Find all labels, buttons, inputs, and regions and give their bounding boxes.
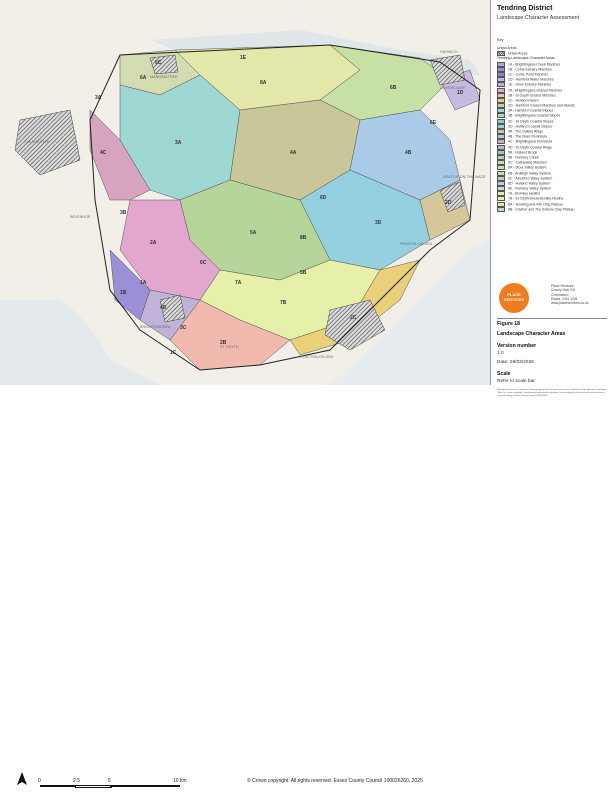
legend: Urban Areas Urban Areas Tendring Landscape… — [497, 46, 609, 212]
legend-item-label: 4C - Brightlingsea Peninsula — [508, 139, 553, 144]
town-label: FRINTON-ON-SEA — [400, 242, 433, 246]
version-value: 1.0 — [497, 351, 504, 356]
area-code: 7A — [235, 280, 242, 286]
area-code: 2C — [350, 315, 357, 321]
address-block: Place Services County Hall, EA Chelmsfor… — [551, 284, 589, 306]
legend-item-label: 3A - Hamford Coastal Slopes — [508, 108, 554, 113]
area-code: 6E — [430, 120, 437, 126]
area-code: 3A — [175, 140, 182, 146]
date-value: Date: 29/03/2026 — [497, 360, 534, 365]
area-code: 1E — [240, 55, 247, 61]
copyright-notice: © Crown copyright. All rights reserved. … — [247, 778, 423, 784]
area-code: 3C — [180, 325, 187, 331]
legend-item-label: 1A - Brightlingsea Creek Marshes — [508, 61, 561, 66]
legend-item-label: 4B - The Naze Peninsula — [508, 134, 547, 139]
legend-item-label: 8A - Tendring and Wix Clay Plateau — [508, 202, 563, 207]
area-code: 4A — [290, 150, 297, 156]
map-subtitle: Landscape Character Assessment — [497, 15, 580, 21]
place-services-logo: PLACE SERVICES — [499, 283, 529, 313]
town-label: WALTON-ON-THE-NAZE — [443, 175, 486, 179]
map-footer: 0 2.5 5 10 km © Crown copyright. All rig… — [0, 385, 490, 788]
legend-item-label: 6B - Ardleigh Valley System — [508, 170, 551, 175]
legend-item-label: 6E - Ramsey Valley System — [508, 186, 552, 191]
scale-value: Refer to scale bar — [497, 379, 535, 384]
legend-item-label: 6D - Holland Valley System — [508, 181, 551, 186]
area-code: 1D — [457, 90, 464, 96]
legend-item-label: 7A - Bromley Heaths — [508, 191, 541, 196]
legend-item-label: 1B - Colne Estuary Marshes — [508, 67, 552, 72]
north-arrow-icon — [17, 772, 27, 785]
town-label: WIVENHOE — [70, 215, 91, 219]
area-code: 8A — [260, 80, 267, 86]
key-heading: Key — [497, 38, 504, 42]
area-code: 6C — [200, 260, 207, 266]
legend-item-label: 2D - Hamford Grazed Marshes and Islands — [508, 103, 575, 108]
scale-tick: 2.5 — [73, 778, 80, 784]
scale-segment — [75, 785, 112, 788]
legend-item-label: 3C - St Osyth Coastal Slopes — [508, 119, 554, 124]
legend-item-label: 5A - Holland Brook — [508, 150, 538, 155]
divider — [497, 318, 607, 319]
area-code: 1C — [170, 350, 177, 356]
area-code: 5C — [155, 60, 162, 66]
town-label: COLCHESTER — [24, 140, 50, 144]
map-title: Tendring District — [497, 5, 553, 12]
area-code: 6B — [390, 85, 397, 91]
scale-label: Scale — [497, 371, 511, 377]
town-label: CLACTON-ON-SEA — [300, 355, 334, 359]
legend-item-label: 4A - The Oakley Ridge — [508, 129, 544, 134]
scale-tick: 10 km — [173, 778, 187, 784]
scale-tick: 5 — [108, 778, 111, 784]
map-canvas[interactable]: COLCHESTER MANNINGTREE HARWICH DOVERCOUR… — [0, 0, 491, 385]
figure-label: Figure 18 — [497, 321, 521, 327]
legend-item-label: 3B - Brightlingsea Coastal Slopes — [508, 113, 561, 118]
area-code: 3B — [120, 210, 127, 216]
area-code: 5A — [250, 230, 257, 236]
area-code: 3A — [95, 95, 102, 101]
area-code: 8B — [300, 235, 307, 241]
legend-item-label: 1D - Hamford Water Marshes — [508, 77, 554, 82]
scale-tick: 0 — [38, 778, 41, 784]
legend-item-label: 2A - Brightlingsea Grazed Marshes — [508, 87, 563, 92]
legend-item-label: 5B - Ramsey Creek — [508, 155, 539, 160]
legend-item-label: 3D - Holland Coastal Slopes — [508, 124, 552, 129]
town-label: BRIGHTLINGSEA — [140, 325, 171, 329]
legend-item-label: 7B - St Osyth/Great Bentley Heaths — [508, 196, 564, 201]
town-label: HARWICH — [440, 50, 458, 54]
scale-segment — [40, 785, 75, 787]
area-code: 1A — [140, 280, 147, 286]
legend-item-label: 6C - Alresford Valley System — [508, 176, 553, 181]
legend-item: 8B - Clacton and The Sokens Clay Plateau — [497, 206, 609, 212]
area-code: 2B — [220, 340, 227, 346]
legend-swatch — [497, 206, 505, 212]
town-label: MANNINGTREE — [150, 75, 178, 79]
legend-item-label: 1E - Stour Estuary Marshes — [508, 82, 551, 87]
area-code: 4C — [100, 150, 107, 156]
info-panel: Tendring District Landscape Character As… — [491, 0, 612, 408]
legend-item-label: 2B - St Osyth Grazed Marshes — [508, 93, 556, 98]
scale-segment — [110, 785, 180, 787]
area-code: 2A — [150, 240, 157, 246]
legend-item-label: 5C - Cattawade Marshes — [508, 160, 547, 165]
legend-item-label: 2C - Holland Haven — [508, 98, 539, 103]
scale-bar: 0 2.5 5 10 km — [38, 778, 188, 792]
area-code: 6A — [140, 75, 147, 81]
area-code: 4B — [405, 150, 412, 156]
legend-item-label: 6A - Stour Valley System — [508, 165, 547, 170]
area-code: 6D — [320, 195, 327, 201]
legend-item-label: 8B - Clacton and The Sokens Clay Plateau — [508, 207, 575, 212]
area-code: 7B — [280, 300, 287, 306]
area-code: 3D — [375, 220, 382, 226]
legend-item-label: Urban Areas — [508, 51, 528, 56]
legend-item-label: 1C - Colne Point Marshes — [508, 72, 549, 77]
area-code: 1B — [120, 290, 127, 296]
legend-item-label: 4D - St Osyth Coastal Ridge — [508, 144, 552, 149]
ordnance-survey-notice: Reproduced from the Ordnance Survey mapp… — [497, 389, 607, 397]
area-code: 4D — [160, 305, 167, 311]
area-code: 2D — [445, 200, 452, 206]
figure-value: Landscape Character Areas — [497, 331, 566, 337]
area-code: 5B — [300, 270, 307, 276]
version-label: Version number — [497, 343, 537, 349]
